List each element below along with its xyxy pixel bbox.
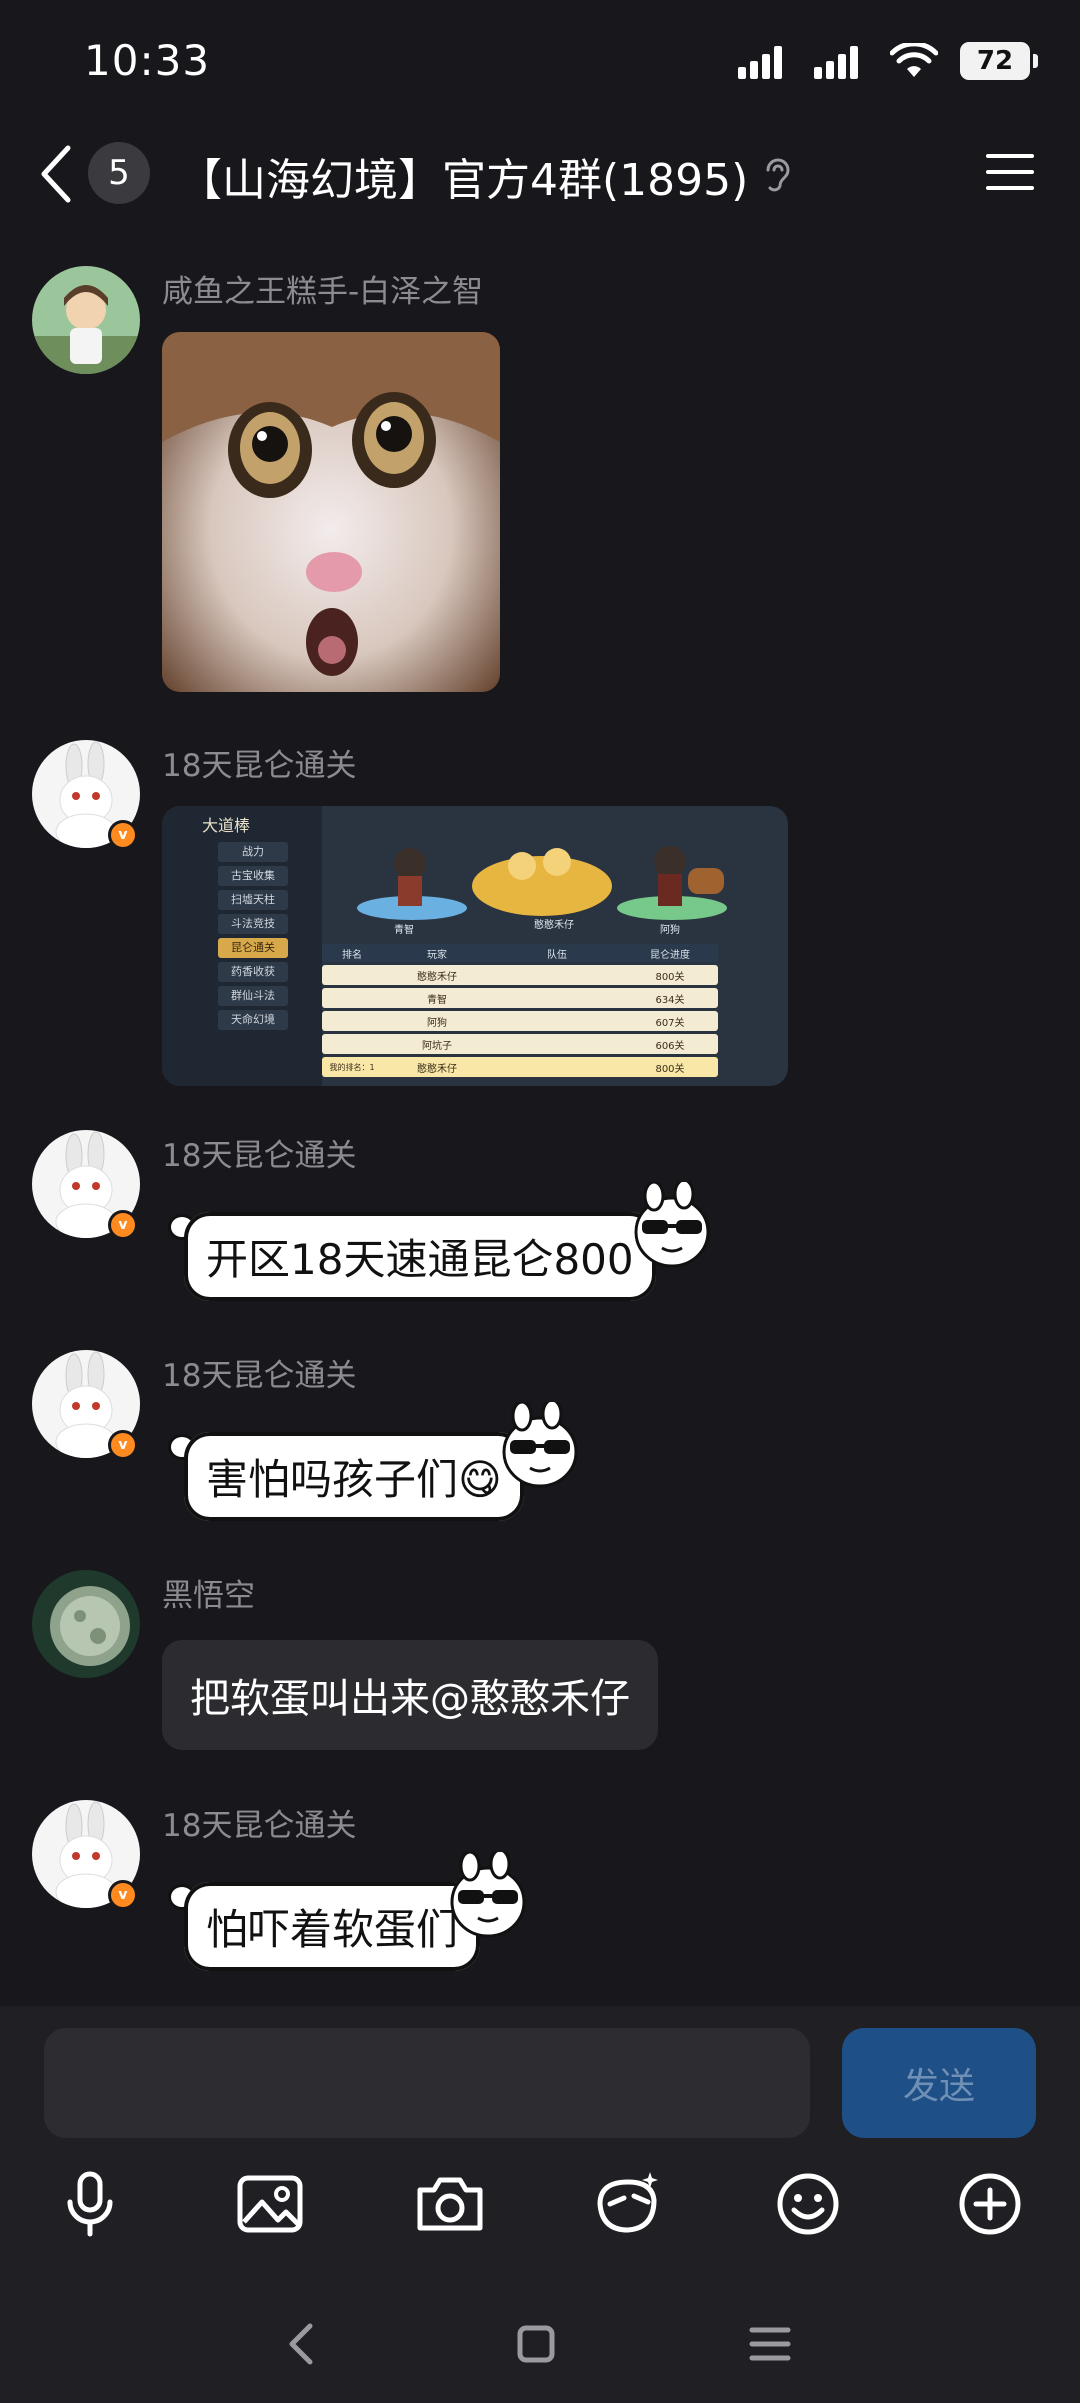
avatar[interactable] xyxy=(32,266,140,374)
status-bar: 10:33 72 xyxy=(0,0,1080,120)
table-row: 憨憨禾仔 800关 xyxy=(322,965,718,985)
bunny-sunglasses-icon xyxy=(450,1852,526,1938)
game-title: 大道棒 xyxy=(202,816,251,835)
game-podium xyxy=(332,816,752,926)
battery-indicator: 72 xyxy=(960,42,1038,80)
menu-icon[interactable] xyxy=(984,150,1036,194)
bunny-sunglasses-icon xyxy=(634,1182,710,1268)
podium-name: 青智 xyxy=(394,925,414,936)
sender-name: 黑悟空 xyxy=(162,1578,255,1614)
table-header: 昆仑进度 xyxy=(650,949,690,961)
plus-icon[interactable] xyxy=(950,2164,1030,2244)
sender-name: 咸鱼之王糕手-白泽之智 xyxy=(162,274,484,310)
sticker-bubble[interactable]: 怕吓着软蛋们 xyxy=(184,1882,481,1971)
ai-mask-icon[interactable] xyxy=(588,2164,668,2244)
table-header: 队伍 xyxy=(547,949,567,961)
table-row: 阿坑子 606关 xyxy=(322,1034,718,1054)
table-header: 玩家 xyxy=(427,949,447,961)
bunny-sunglasses-icon xyxy=(502,1402,578,1488)
table-header: 排名 xyxy=(342,949,362,961)
chat-header: 5 【山海幻境】官方4群(1895) xyxy=(0,120,1080,230)
ranking-table: 排名 玩家 队伍 昆仑进度 憨憨禾仔 800关 青智 634关 阿狗 607关 阿坑子… xyxy=(322,944,718,1084)
unread-count-badge[interactable]: 5 xyxy=(88,142,150,204)
ear-icon xyxy=(766,158,790,192)
nav-back-icon[interactable] xyxy=(272,2314,332,2374)
signal-icon xyxy=(738,46,782,79)
chat-title[interactable]: 【山海幻境】官方4群(1895) xyxy=(178,144,748,208)
text-bubble[interactable]: 把软蛋叫出来@憨憨禾仔 xyxy=(162,1640,658,1750)
input-toolbar xyxy=(0,2164,1080,2254)
game-menu-item: 药香收获 xyxy=(218,962,288,982)
send-button[interactable]: 发送 xyxy=(842,2028,1036,2138)
status-icons: 72 xyxy=(738,42,1038,80)
nav-home-icon[interactable] xyxy=(506,2314,566,2374)
image-icon[interactable] xyxy=(230,2164,310,2244)
sticker-bubble[interactable]: 害怕吗孩子们😋 xyxy=(184,1432,524,1521)
game-menu-item: 古宝收集 xyxy=(218,866,288,886)
game-menu-item: 群仙斗法 xyxy=(218,986,288,1006)
microphone-icon[interactable] xyxy=(50,2164,130,2244)
camera-icon[interactable] xyxy=(410,2164,490,2244)
verified-badge: v xyxy=(108,1430,138,1460)
status-time: 10:33 xyxy=(84,36,211,85)
sender-name: 18天昆仑通关 xyxy=(162,1358,357,1394)
game-menu: 战力 古宝收集 扫墟天柱 斗法竞技 昆仑通关 药香收获 群仙斗法 天命幻境 xyxy=(218,842,288,1034)
message-input[interactable] xyxy=(44,2028,810,2138)
sender-name: 18天昆仑通关 xyxy=(162,748,357,784)
verified-badge: v xyxy=(108,1210,138,1240)
game-menu-item: 昆仑通关 xyxy=(218,938,288,958)
game-menu-item: 扫墟天柱 xyxy=(218,890,288,910)
avatar[interactable] xyxy=(32,1570,140,1678)
image-message-game[interactable]: 大道棒 战力 古宝收集 扫墟天柱 斗法竞技 昆仑通关 药香收获 群仙斗法 天命幻… xyxy=(162,806,788,1086)
back-arrow-icon[interactable] xyxy=(34,142,78,206)
podium-name: 憨憨禾仔 xyxy=(534,920,574,931)
game-menu-item: 天命幻境 xyxy=(218,1010,288,1030)
verified-badge: v xyxy=(108,820,138,850)
podium-name: 阿狗 xyxy=(660,925,680,936)
table-row: 青智 634关 xyxy=(322,988,718,1008)
sender-name: 18天昆仑通关 xyxy=(162,1138,357,1174)
system-nav-bar xyxy=(0,2290,1080,2403)
game-menu-item: 战力 xyxy=(218,842,288,862)
verified-badge: v xyxy=(108,1880,138,1910)
image-message-cat[interactable] xyxy=(162,332,500,692)
signal-icon xyxy=(814,46,858,79)
sticker-bubble[interactable]: 开区18天速通昆仑800 xyxy=(184,1212,656,1301)
table-row: 我的排名：1 憨憨禾仔 800关 xyxy=(322,1057,718,1077)
game-menu-item: 斗法竞技 xyxy=(218,914,288,934)
wifi-icon xyxy=(890,43,938,77)
sender-name: 18天昆仑通关 xyxy=(162,1808,357,1844)
emoji-icon[interactable] xyxy=(768,2164,848,2244)
nav-recents-icon[interactable] xyxy=(740,2314,800,2374)
table-row: 阿狗 607关 xyxy=(322,1011,718,1031)
